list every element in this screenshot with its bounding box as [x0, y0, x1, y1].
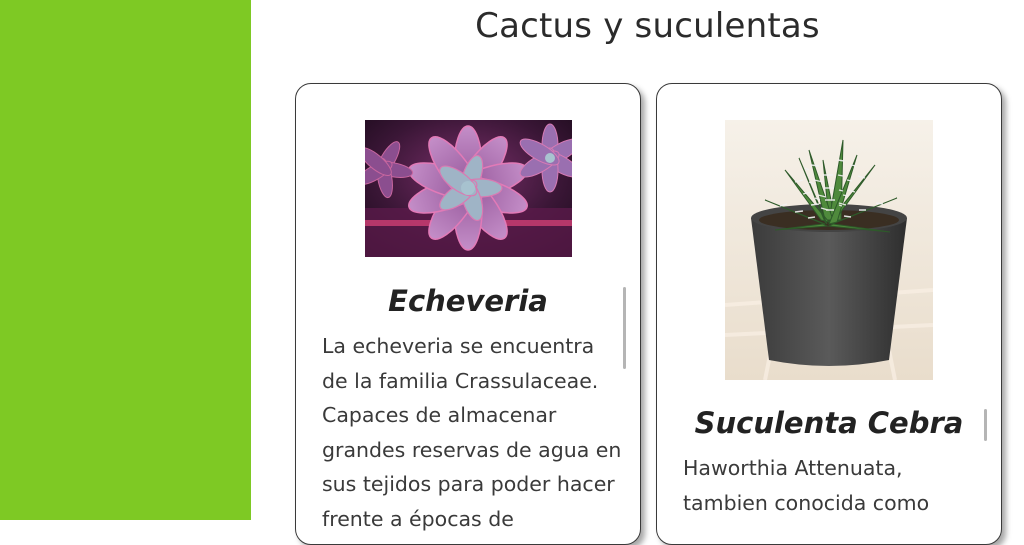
green-sidebar — [0, 0, 251, 520]
text-scrollbar[interactable] — [623, 287, 626, 369]
text-scrollbar[interactable] — [984, 409, 987, 441]
echeveria-photo[interactable] — [365, 120, 572, 257]
section-title: Cactus y suculentas — [475, 6, 820, 46]
card-description: La echeveria se encuentra de la familia … — [322, 334, 622, 531]
card-title: Echeveria — [388, 284, 548, 318]
card-title: Suculenta Cebra — [694, 406, 964, 440]
product-card-suculenta-cebra[interactable]: Suculenta Cebra Haworthia Attenuata, tam… — [656, 83, 1002, 545]
product-card-echeveria[interactable]: Echeveria La echeveria se encuentra de l… — [295, 83, 641, 545]
card-description: Haworthia Attenuata, tambien conocida co… — [683, 456, 930, 515]
suculenta-cebra-photo[interactable] — [725, 120, 933, 380]
